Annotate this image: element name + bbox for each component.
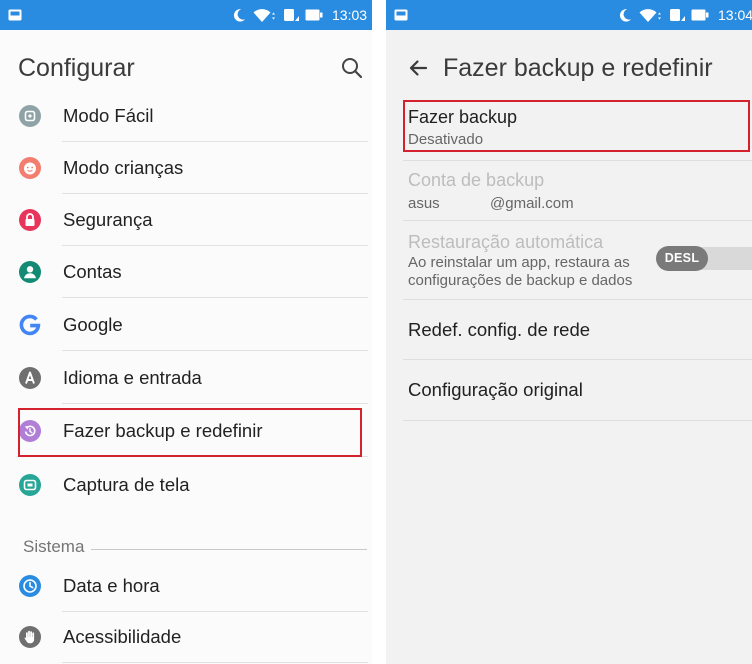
settings-item-easy-mode[interactable]: Modo Fácil (0, 90, 372, 142)
image-notification-icon (8, 9, 22, 21)
kids-mode-icon (19, 157, 41, 179)
divider (62, 297, 368, 298)
settings-item-label: Captura de tela (63, 474, 190, 495)
page-title: Configurar (18, 54, 135, 82)
battery-icon (691, 9, 709, 21)
account-icon (19, 261, 41, 283)
moon-icon (619, 9, 631, 22)
divider (62, 456, 368, 457)
status-time: 13:03 (332, 7, 368, 23)
language-icon (19, 367, 41, 389)
settings-item-screenshot[interactable]: Captura de tela (0, 459, 372, 511)
pref-summary: Desativado (408, 131, 484, 148)
pref-title: Redef. config. de rede (408, 319, 591, 340)
settings-screen: 13:03 Configurar Modo Fácil Modo criança… (0, 0, 372, 664)
settings-item-label: Modo Fácil (63, 105, 154, 126)
status-bar: 13:04 (386, 0, 752, 30)
divider (62, 662, 368, 663)
screenshot-icon (19, 474, 41, 496)
battery-icon (305, 9, 323, 21)
pref-auto-restore: Restauração automática Ao reinstalar um … (386, 222, 752, 300)
settings-item-backup-reset[interactable]: Fazer backup e redefinir (0, 405, 372, 457)
settings-item-label: Acessibilidade (63, 626, 182, 647)
pref-factory-reset[interactable]: Configuração original (386, 361, 752, 421)
settings-item-date-time[interactable]: Data e hora (0, 560, 372, 612)
image-notification-icon (394, 9, 408, 21)
divider (403, 420, 752, 421)
section-header-system: Sistema (23, 537, 85, 556)
settings-item-label: Google (63, 314, 123, 335)
divider (403, 160, 752, 161)
moon-icon (233, 9, 245, 22)
divider (403, 299, 752, 300)
settings-item-label: Data e hora (63, 575, 160, 596)
settings-item-label: Modo crianças (63, 157, 184, 178)
data-icon (670, 9, 685, 21)
accessibility-hand-icon (19, 626, 41, 648)
divider (403, 359, 752, 360)
data-icon (284, 9, 299, 21)
page-title: Fazer backup e redefinir (443, 54, 713, 82)
pref-title: Restauração automática (408, 232, 604, 252)
settings-item-language[interactable]: Idioma e entrada (0, 352, 372, 404)
divider (403, 220, 752, 221)
pref-backup-account: Conta de backup asus @gmail.com (386, 162, 752, 221)
account-prefix: asus (408, 195, 440, 212)
settings-item-label: Segurança (63, 209, 153, 230)
settings-item-accessibility[interactable]: Acessibilidade (0, 611, 372, 663)
pref-network-reset[interactable]: Redef. config. de rede (386, 301, 752, 360)
settings-item-accounts[interactable]: Contas (0, 246, 372, 298)
section-divider (91, 549, 367, 550)
settings-item-label: Idioma e entrada (63, 367, 202, 388)
search-icon[interactable] (340, 56, 364, 80)
pref-backup[interactable]: Fazer backup Desativado (386, 100, 752, 161)
status-bar: 13:03 (0, 0, 372, 30)
backup-reset-screen: 13:04 Fazer backup e redefinir Fazer bac… (386, 0, 752, 664)
settings-item-security[interactable]: Segurança (0, 194, 372, 246)
pref-summary-line1: Ao reinstalar um app, restaura as (408, 254, 630, 271)
account-domain: @gmail.com (490, 195, 574, 212)
clock-icon (19, 575, 41, 597)
settings-item-label: Fazer backup e redefinir (63, 420, 263, 441)
settings-item-label: Contas (63, 261, 122, 282)
settings-item-google[interactable]: Google (0, 299, 372, 351)
status-time: 13:04 (718, 7, 752, 23)
backup-restore-icon (19, 420, 41, 442)
divider (62, 403, 368, 404)
wifi-icon (639, 9, 661, 22)
pref-summary-line2: configurações de backup e dados (408, 272, 633, 289)
settings-item-kids-mode[interactable]: Modo crianças (0, 142, 372, 194)
google-g-icon (19, 314, 41, 336)
back-arrow-icon[interactable] (406, 56, 430, 80)
lock-icon (19, 209, 41, 231)
easy-mode-icon (19, 105, 41, 127)
pref-title: Fazer backup (408, 107, 518, 127)
divider (62, 350, 368, 351)
auto-restore-toggle[interactable]: DESL (656, 246, 708, 271)
pref-title: Configuração original (408, 379, 583, 400)
wifi-icon (253, 9, 275, 22)
pref-title: Conta de backup (408, 170, 545, 190)
screenshot-root: 13:03 Configurar Modo Fácil Modo criança… (0, 0, 752, 664)
